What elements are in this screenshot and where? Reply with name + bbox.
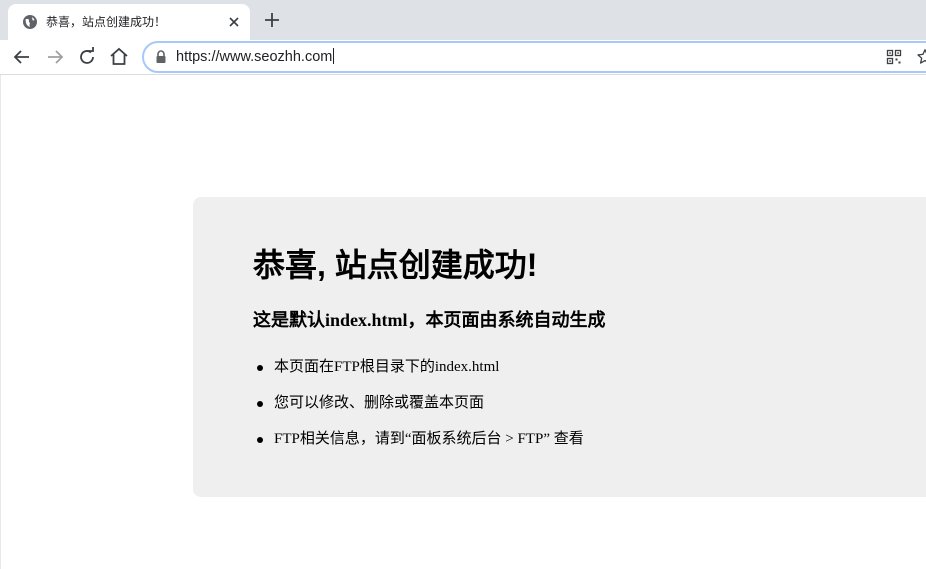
tab-strip: 恭喜，站点创建成功！ [0, 0, 926, 40]
reload-icon[interactable] [75, 45, 99, 69]
viewport-edge [0, 75, 1, 569]
qr-code-icon[interactable] [886, 49, 902, 65]
page-subtitle: 这是默认index.html，本页面由系统自动生成 [253, 310, 606, 330]
home-icon[interactable] [107, 45, 131, 69]
lock-icon[interactable] [154, 49, 168, 65]
plus-icon[interactable] [262, 10, 282, 30]
text-cursor [333, 48, 335, 64]
url-text[interactable]: https://www.seozhh.com [176, 48, 335, 66]
page-title: 恭喜, 站点创建成功! [253, 247, 538, 283]
browser-toolbar: https://www.seozhh.com [0, 40, 926, 75]
active-tab[interactable]: 恭喜，站点创建成功！ [8, 4, 250, 40]
forward-arrow-icon[interactable] [43, 45, 67, 69]
tab-title: 恭喜，站点创建成功！ [46, 15, 167, 29]
list-item: FTP相关信息，请到“面板系统后台 > FTP” 查看 [253, 427, 584, 463]
star-icon[interactable] [916, 48, 926, 66]
list-item: 本页面在FTP根目录下的index.html [253, 355, 584, 391]
globe-icon [23, 15, 37, 29]
content-card: 恭喜, 站点创建成功! 这是默认index.html，本页面由系统自动生成 本页… [193, 197, 926, 497]
list-item: 您可以修改、删除或覆盖本页面 [253, 391, 584, 427]
address-bar[interactable]: https://www.seozhh.com [142, 41, 926, 73]
info-list: 本页面在FTP根目录下的index.html 您可以修改、删除或覆盖本页面 FT… [253, 355, 584, 463]
back-arrow-icon[interactable] [10, 45, 34, 69]
close-icon[interactable] [226, 14, 242, 30]
